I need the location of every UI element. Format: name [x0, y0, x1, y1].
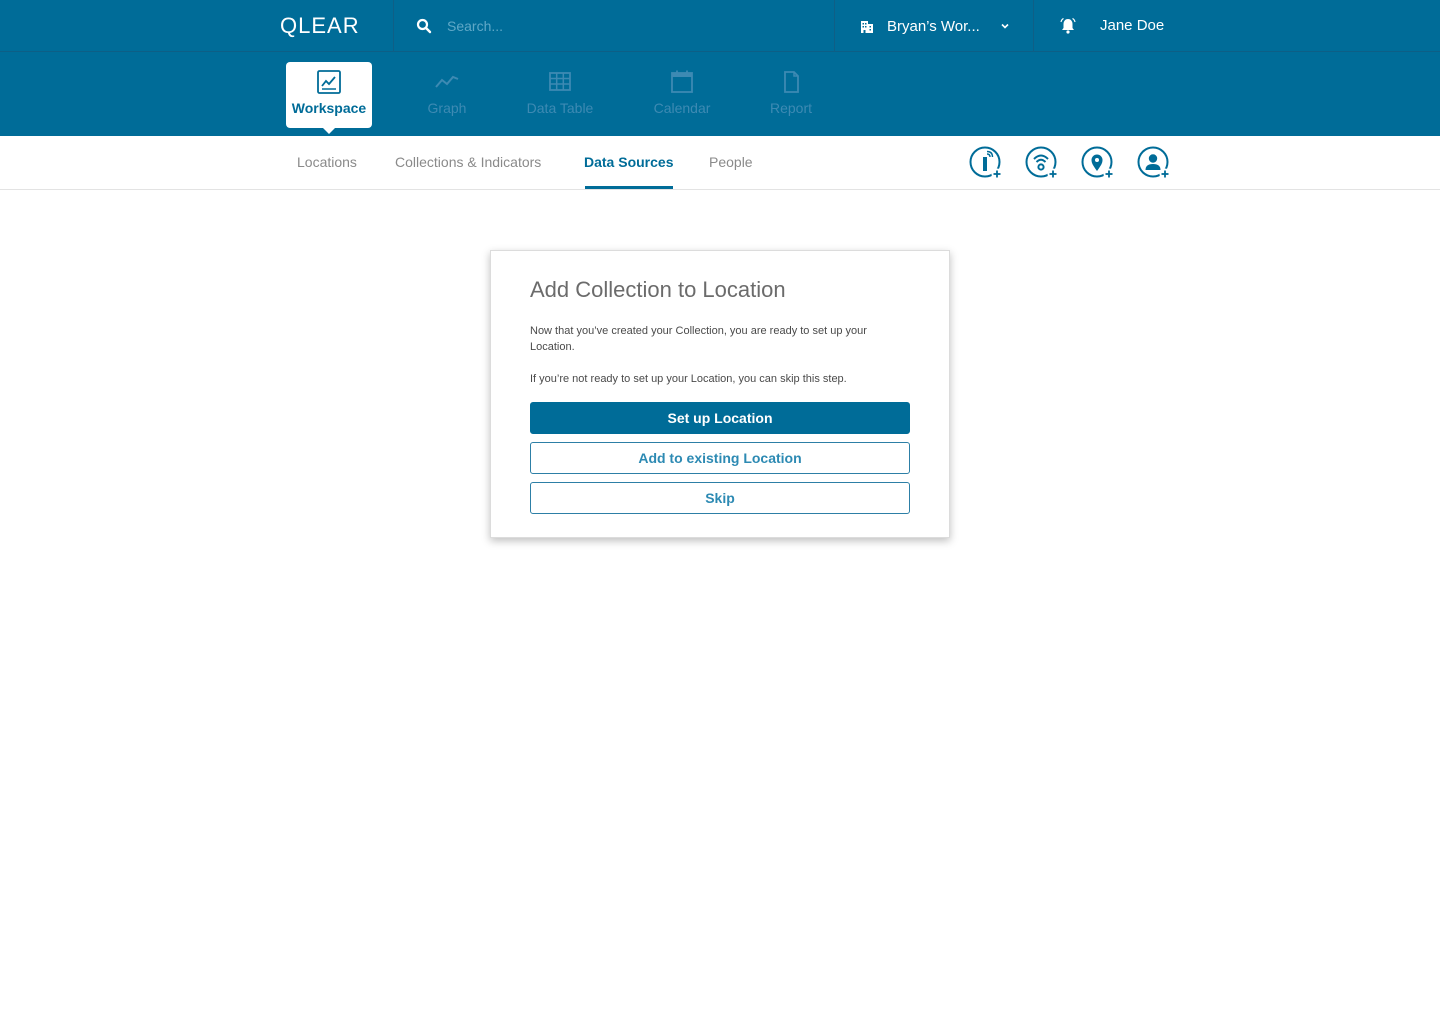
module-report[interactable]: Report	[766, 62, 816, 128]
sub-nav: Locations Collections & Indicators Data …	[0, 136, 1440, 190]
add-sensor-icon[interactable]	[969, 146, 1003, 180]
tab-collections-indicators[interactable]: Collections & Indicators	[395, 136, 541, 189]
divider	[1033, 0, 1034, 52]
module-label: Data Table	[526, 100, 594, 116]
dialog-title: Add Collection to Location	[530, 277, 786, 302]
module-label: Graph	[427, 100, 467, 116]
search-input[interactable]	[447, 12, 817, 40]
calendar-icon	[671, 70, 693, 93]
set-up-location-button[interactable]: Set up Location	[530, 402, 910, 434]
search-icon[interactable]	[416, 18, 432, 34]
table-grid-icon	[549, 72, 571, 91]
add-person-icon[interactable]	[1137, 146, 1171, 180]
top-bar: QLEAR Bryan’s Wor... Jane Doe	[0, 0, 1440, 52]
app-logo[interactable]: QLEAR	[280, 14, 360, 38]
workspace-name: Bryan’s Wor...	[887, 17, 980, 35]
chevron-down-icon	[1001, 23, 1009, 29]
workspace-chart-icon	[317, 70, 341, 94]
add-location-icon[interactable]	[1081, 146, 1115, 180]
add-collection-dialog: Add Collection to Location Now that you’…	[490, 250, 950, 538]
divider	[393, 0, 394, 52]
tab-locations[interactable]: Locations	[297, 136, 357, 189]
module-data-table[interactable]: Data Table	[522, 62, 598, 128]
add-existing-location-button[interactable]: Add to existing Location	[530, 442, 910, 474]
building-icon	[861, 21, 873, 33]
bell-icon[interactable]	[1059, 17, 1077, 35]
user-menu[interactable]: Jane Doe	[1100, 17, 1164, 34]
module-calendar[interactable]: Calendar	[650, 62, 714, 128]
module-label: Calendar	[653, 100, 711, 116]
module-label: Workspace	[291, 100, 367, 116]
graph-line-icon	[435, 75, 459, 88]
module-label: Report	[769, 100, 813, 116]
add-data-source-icon[interactable]	[1025, 146, 1059, 180]
tab-data-sources[interactable]: Data Sources	[584, 136, 674, 189]
tab-people[interactable]: People	[709, 136, 753, 189]
workspace-selector[interactable]: Bryan’s Wor...	[835, 0, 1033, 52]
skip-button[interactable]: Skip	[530, 482, 910, 514]
dialog-description: Now that you’ve created your Collection,…	[530, 325, 867, 353]
document-icon	[784, 71, 799, 93]
active-caret	[323, 128, 335, 134]
dialog-skip-note: If you’re not ready to set up your Locat…	[530, 373, 847, 385]
module-nav: Workspace Graph Data Table Calendar Repo…	[0, 52, 1440, 136]
module-graph[interactable]: Graph	[424, 62, 470, 128]
module-workspace[interactable]: Workspace	[286, 62, 372, 134]
